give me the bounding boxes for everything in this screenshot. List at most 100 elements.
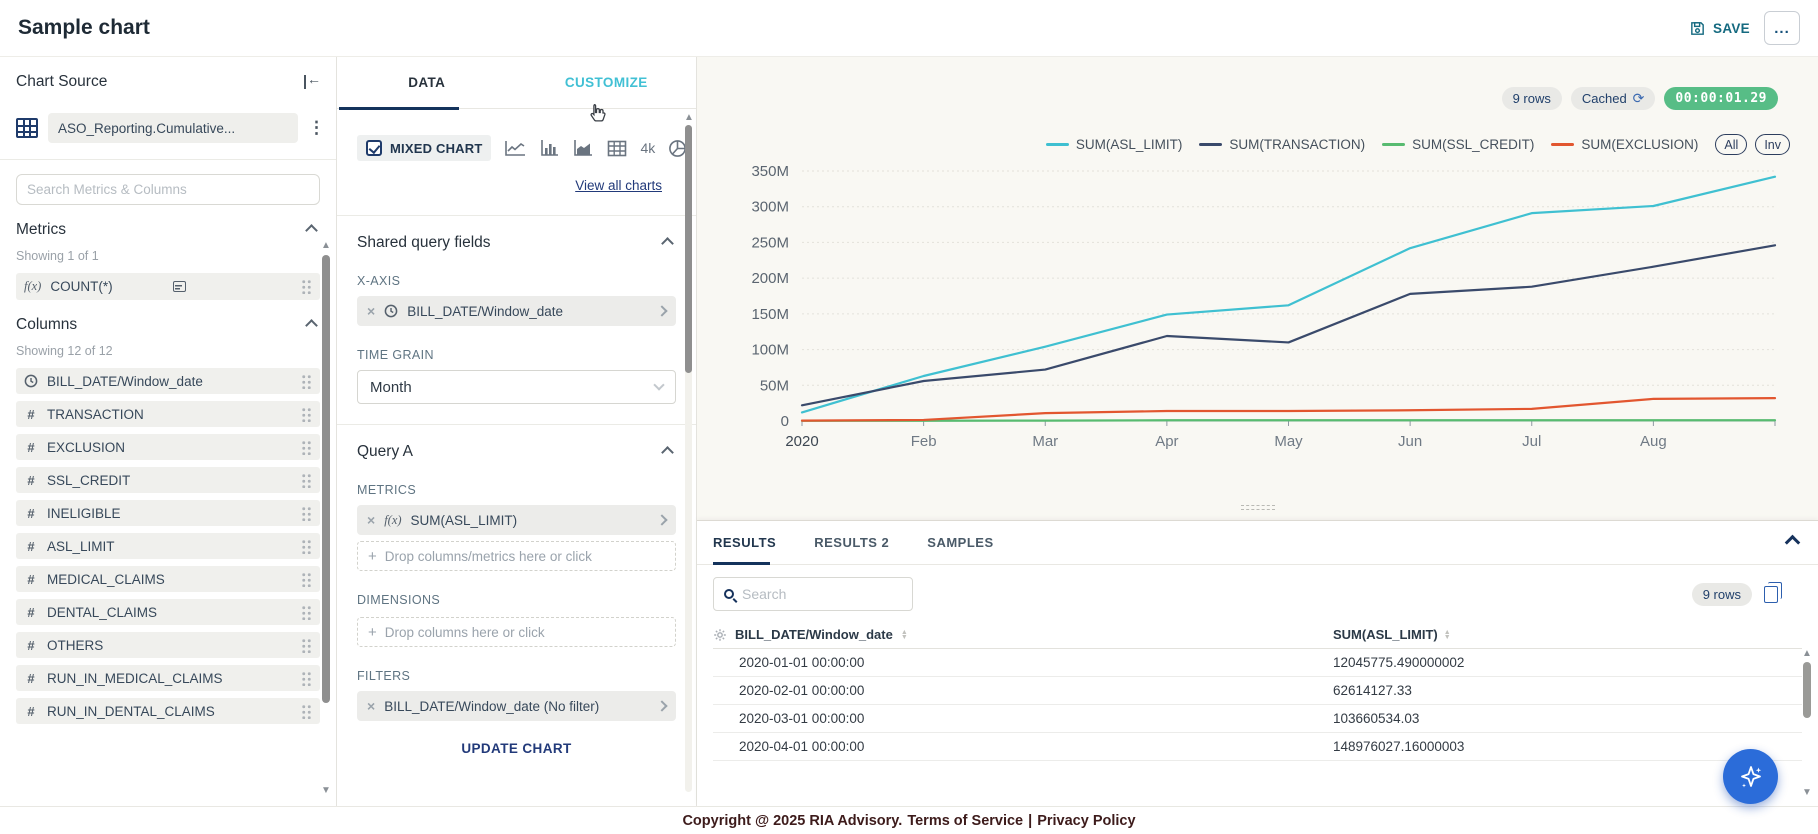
remove-icon[interactable]: × [367, 512, 375, 528]
scrollbar-thumb[interactable] [685, 125, 692, 373]
metric-field[interactable]: × f(x) SUM(ASL_LIMIT) [357, 505, 676, 535]
metrics-drop-zone[interactable]: + Drop columns/metrics here or click [357, 541, 676, 571]
tab-results-2[interactable]: RESULTS 2 [814, 521, 889, 564]
column-item[interactable]: # INELIGIBLE [16, 500, 320, 526]
column-header[interactable]: SUM(ASL_LIMIT) [1333, 627, 1438, 642]
column-item[interactable]: # ASL_LIMIT [16, 533, 320, 559]
scrollbar-thumb[interactable] [322, 255, 330, 703]
big-number-4k-icon[interactable]: 4k [640, 140, 655, 156]
line-chart-icon[interactable] [504, 139, 527, 157]
column-item[interactable]: # BILL_DATE/Window_date [16, 368, 320, 394]
drag-handle-icon[interactable] [301, 638, 312, 653]
scroll-up-icon[interactable]: ▲ [1802, 649, 1812, 659]
tab-results[interactable]: RESULTS [713, 521, 776, 564]
page-title: Sample chart [18, 16, 150, 40]
privacy-policy-link[interactable]: Privacy Policy [1037, 813, 1135, 829]
sort-icons[interactable]: ▲▼ [901, 630, 908, 640]
collapse-panel-icon[interactable] [304, 75, 320, 89]
save-button[interactable]: SAVE [1689, 20, 1750, 37]
remove-icon[interactable]: × [367, 698, 375, 714]
collapse-results-icon[interactable] [1785, 535, 1801, 551]
chevron-up-icon[interactable] [305, 319, 318, 332]
drag-handle-icon[interactable] [301, 279, 312, 294]
series-line[interactable] [802, 177, 1775, 413]
chart-type-row: MIXED CHART 4k [357, 135, 676, 161]
dimensions-drop-zone[interactable]: + Drop columns here or click [357, 617, 676, 647]
series-line[interactable] [802, 245, 1775, 405]
x-axis-field[interactable]: × BILL_DATE/Window_date [357, 296, 676, 326]
column-item[interactable]: # DENTAL_CLAIMS [16, 599, 320, 625]
checkbox-checked-icon[interactable] [366, 140, 382, 156]
drag-handle-icon[interactable] [301, 506, 312, 521]
column-label: MEDICAL_CLAIMS [47, 572, 301, 587]
app-window: Sample chart SAVE ... Chart Source ASO_R… [0, 0, 1818, 834]
terms-of-service-link[interactable]: Terms of Service [907, 813, 1023, 829]
metric-detail-icon[interactable] [173, 281, 186, 292]
scroll-down-icon[interactable]: ▼ [321, 786, 331, 796]
table-row[interactable]: 2020-03-01 00:00:00 103660534.03 [713, 705, 1802, 733]
dataset-name[interactable]: ASO_Reporting.Cumulative... [48, 113, 298, 143]
chevron-up-icon[interactable] [305, 224, 318, 237]
divider [337, 424, 696, 425]
results-search[interactable] [713, 577, 913, 611]
cell-value: 103660534.03 [1333, 711, 1419, 726]
chevron-down-icon [653, 379, 664, 390]
drag-handle-icon[interactable] [301, 440, 312, 455]
refresh-icon[interactable]: ⟳ [1633, 90, 1645, 107]
area-chart-icon[interactable] [573, 139, 594, 157]
filter-field[interactable]: × BILL_DATE/Window_date (No filter) [357, 691, 676, 721]
drag-handle-icon[interactable] [301, 407, 312, 422]
update-chart-button[interactable]: UPDATE CHART [461, 741, 571, 756]
cached-badge[interactable]: Cached⟳ [1571, 87, 1656, 110]
series-line[interactable] [802, 398, 1775, 421]
control-panel: DATA CUSTOMIZE MIXED CHART 4k [337, 57, 697, 806]
tab-customize[interactable]: CUSTOMIZE [517, 57, 697, 108]
drag-handle-icon[interactable] [301, 572, 312, 587]
column-item[interactable]: # EXCLUSION [16, 434, 320, 460]
tab-data[interactable]: DATA [337, 57, 517, 108]
table-row[interactable]: 2020-02-01 00:00:00 62614127.33 [713, 677, 1802, 705]
scroll-up-icon[interactable]: ▲ [321, 241, 331, 251]
assistant-fab-button[interactable] [1723, 749, 1778, 804]
series-line[interactable] [802, 420, 1775, 421]
chevron-up-icon[interactable] [661, 237, 674, 250]
drag-handle-icon[interactable] [301, 605, 312, 620]
selected-chart-type[interactable]: MIXED CHART [357, 135, 491, 161]
tab-samples[interactable]: SAMPLES [927, 521, 993, 564]
time-grain-select[interactable]: Month [357, 370, 676, 404]
more-menu-button[interactable]: ... [1764, 11, 1800, 45]
scrollbar-thumb[interactable] [1803, 662, 1811, 718]
column-item[interactable]: # OTHERS [16, 632, 320, 658]
dataset-menu-icon[interactable]: ⋮ [308, 123, 320, 132]
column-item[interactable]: # RUN_IN_MEDICAL_CLAIMS [16, 665, 320, 691]
drag-handle-icon[interactable] [301, 473, 312, 488]
legend-line-swatch [1551, 143, 1574, 146]
table-chart-icon[interactable] [607, 140, 627, 157]
scroll-down-icon[interactable]: ▼ [1802, 788, 1812, 798]
drag-handle-icon[interactable] [301, 539, 312, 554]
sort-icons[interactable]: ▲▼ [1444, 630, 1451, 640]
gear-icon[interactable] [713, 628, 727, 642]
remove-icon[interactable]: × [367, 303, 375, 319]
line-chart[interactable]: 050M100M150M200M250M300M350M2020FebMarAp… [697, 149, 1815, 479]
drag-handle-icon[interactable] [301, 704, 312, 719]
copy-icon[interactable] [1764, 586, 1778, 603]
metric-item[interactable]: f(x) COUNT(*) [16, 273, 320, 300]
column-header[interactable]: BILL_DATE/Window_date [735, 627, 893, 642]
results-search-input[interactable] [742, 586, 902, 602]
column-item[interactable]: # TRANSACTION [16, 401, 320, 427]
table-row[interactable]: 2020-04-01 00:00:00 148976027.16000003 [713, 733, 1802, 761]
column-item[interactable]: # MEDICAL_CLAIMS [16, 566, 320, 592]
scroll-up-icon[interactable]: ▲ [684, 113, 693, 123]
bar-chart-icon[interactable] [540, 139, 560, 157]
view-all-charts-link[interactable]: View all charts [575, 178, 662, 193]
column-item[interactable]: # SSL_CREDIT [16, 467, 320, 493]
metrics-search-input[interactable] [27, 182, 309, 197]
drag-handle-icon[interactable] [301, 671, 312, 686]
metrics-search[interactable] [16, 174, 320, 205]
chevron-up-icon[interactable] [661, 446, 674, 459]
table-row[interactable]: 2020-01-01 00:00:00 12045775.490000002 [713, 649, 1802, 677]
panel-resize-handle[interactable] [1241, 505, 1275, 513]
column-item[interactable]: # RUN_IN_DENTAL_CLAIMS [16, 698, 320, 724]
drag-handle-icon[interactable] [301, 374, 312, 389]
